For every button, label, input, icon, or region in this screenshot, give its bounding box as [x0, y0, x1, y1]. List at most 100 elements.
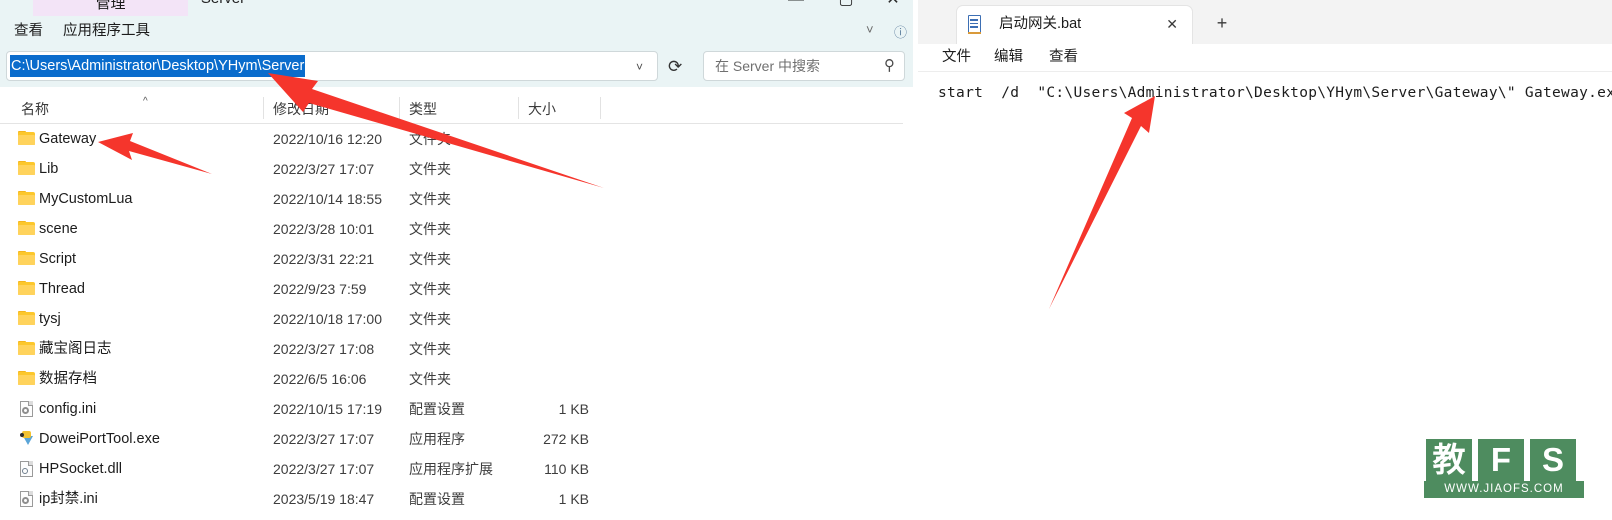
- file-date: 2022/10/14 18:55: [273, 191, 382, 207]
- file-list-scrollbar[interactable]: [903, 95, 913, 520]
- column-header-date[interactable]: 修改日期: [273, 98, 329, 120]
- file-type: 文件夹: [409, 161, 451, 177]
- table-row[interactable]: MyCustomLua 2022/10/14 18:55 文件夹: [0, 184, 905, 214]
- file-date: 2022/3/27 17:07: [273, 461, 375, 477]
- folder-icon: [18, 251, 35, 266]
- explorer-ribbon: 管理 Server 查看 应用程序工具 — ▢ ✕ ˅ ⓘ: [0, 0, 913, 44]
- column-header-size[interactable]: 大小: [528, 98, 556, 120]
- menu-edit[interactable]: 编辑: [994, 44, 1023, 71]
- watermark-url: WWW.JIAOFS.COM: [1424, 481, 1584, 498]
- menu-view[interactable]: 查看: [1049, 44, 1078, 71]
- file-name: MyCustomLua: [39, 191, 133, 207]
- file-type: 文件夹: [409, 371, 451, 387]
- folder-icon: [18, 371, 35, 386]
- table-row[interactable]: 藏宝阁日志 2022/3/27 17:08 文件夹: [0, 334, 905, 364]
- file-name: 藏宝阁日志: [39, 341, 112, 357]
- table-row[interactable]: Gateway 2022/10/16 12:20 文件夹: [0, 124, 905, 154]
- table-row[interactable]: 数据存档 2022/6/5 16:06 文件夹: [0, 364, 905, 394]
- table-row[interactable]: DoweiPortTool.exe 2022/3/27 17:07 应用程序 272 …: [0, 424, 905, 454]
- close-icon[interactable]: ✕: [1166, 6, 1178, 43]
- file-type: 文件夹: [409, 221, 451, 237]
- chevron-down-icon[interactable]: ˅: [866, 22, 874, 37]
- folder-icon: [18, 341, 35, 356]
- address-bar[interactable]: C:\Users\Administrator\Desktop\YHym\Serv…: [6, 51, 658, 81]
- refresh-icon[interactable]: ⟳: [668, 57, 682, 77]
- file-name: Thread: [39, 281, 85, 297]
- file-name: Lib: [39, 161, 59, 177]
- file-name: tysj: [39, 311, 61, 327]
- file-name: DoweiPortTool.exe: [39, 431, 160, 447]
- ini-file-icon: [18, 401, 35, 417]
- folder-icon: [18, 161, 35, 176]
- table-row[interactable]: Lib 2022/3/27 17:07 文件夹: [0, 154, 905, 184]
- help-icon[interactable]: ⓘ: [894, 22, 907, 41]
- file-size: 110 KB: [544, 461, 589, 477]
- notepad-menubar: 文件 编辑 查看: [918, 44, 1612, 71]
- notepad-tabbar: 启动网关.bat ✕ +: [918, 0, 1612, 45]
- watermark-logo: 教 F S WWW.JIAOFS.COM: [1424, 437, 1596, 499]
- maximize-button[interactable]: ▢: [823, 0, 869, 12]
- file-date: 2022/3/28 10:01: [273, 221, 375, 237]
- table-row[interactable]: tysj 2022/10/18 17:00 文件夹: [0, 304, 905, 334]
- window-title: Server: [163, 0, 283, 7]
- chevron-down-icon[interactable]: ˅: [636, 60, 643, 74]
- file-type: 文件夹: [409, 251, 451, 267]
- folder-icon: [18, 131, 35, 146]
- file-size: 1 KB: [558, 401, 589, 417]
- file-type: 应用程序: [409, 431, 465, 447]
- folder-icon: [18, 311, 35, 326]
- file-date: 2022/10/15 17:19: [273, 401, 382, 417]
- search-icon[interactable]: ⚲: [884, 52, 895, 80]
- notepad-tab[interactable]: 启动网关.bat ✕: [956, 5, 1193, 44]
- exe-file-icon: [18, 431, 35, 446]
- file-name: Script: [39, 251, 77, 267]
- file-date: 2022/6/5 16:06: [273, 371, 367, 387]
- ribbon-item-app-tools[interactable]: 应用程序工具: [63, 19, 150, 40]
- table-row[interactable]: config.ini 2022/10/15 17:19 配置设置 1 KB: [0, 394, 905, 424]
- file-type: 配置设置: [409, 491, 465, 507]
- ribbon-item-view[interactable]: 查看: [14, 19, 43, 40]
- file-size: 1 KB: [558, 491, 589, 507]
- file-date: 2022/3/27 17:07: [273, 161, 375, 177]
- notepad-tab-title: 启动网关.bat: [999, 16, 1082, 32]
- column-header-row: 名称 修改日期 类型 大小: [0, 95, 905, 124]
- file-name: scene: [39, 221, 78, 237]
- table-row[interactable]: scene 2022/3/28 10:01 文件夹: [0, 214, 905, 244]
- column-header-name[interactable]: 名称: [21, 98, 49, 120]
- file-type: 文件夹: [409, 281, 451, 297]
- file-type: 配置设置: [409, 401, 465, 417]
- close-button[interactable]: ✕: [870, 0, 913, 12]
- table-row[interactable]: Script 2022/3/31 22:21 文件夹: [0, 244, 905, 274]
- plus-icon[interactable]: +: [1208, 10, 1236, 36]
- folder-icon: [18, 191, 35, 206]
- file-date: 2022/9/23 7:59: [273, 281, 367, 297]
- dll-file-icon: [18, 461, 35, 477]
- file-explorer-window: 管理 Server 查看 应用程序工具 — ▢ ✕ ˅ ⓘ C:\Users\A…: [0, 0, 913, 520]
- file-date: 2023/5/19 18:47: [273, 491, 375, 507]
- file-date: 2022/3/27 17:07: [273, 431, 375, 447]
- minimize-button[interactable]: —: [773, 0, 819, 12]
- watermark-cell-1: 教: [1424, 437, 1474, 483]
- column-header-type[interactable]: 类型: [409, 98, 437, 120]
- file-name: Gateway: [39, 131, 97, 147]
- search-placeholder: 在 Server 中搜索: [715, 58, 821, 74]
- address-input-value[interactable]: C:\Users\Administrator\Desktop\YHym\Serv…: [10, 55, 306, 77]
- table-row[interactable]: Thread 2022/9/23 7:59 文件夹: [0, 274, 905, 304]
- file-name: ip封禁.ini: [39, 491, 98, 507]
- watermark-cell-3: S: [1528, 437, 1578, 483]
- folder-icon: [18, 281, 35, 296]
- menu-file[interactable]: 文件: [942, 44, 971, 71]
- file-date: 2022/10/16 12:20: [273, 131, 382, 147]
- file-type: 文件夹: [409, 191, 451, 207]
- table-row[interactable]: ip封禁.ini 2023/5/19 18:47 配置设置 1 KB: [0, 484, 905, 514]
- search-input[interactable]: 在 Server 中搜索 ⚲: [703, 51, 905, 81]
- file-name: 数据存档: [39, 371, 97, 387]
- ini-file-icon: [18, 491, 35, 507]
- notepad-content[interactable]: start /d "C:\Users\Administrator\Desktop…: [938, 85, 1612, 101]
- folder-icon: [18, 221, 35, 236]
- file-type: 文件夹: [409, 341, 451, 357]
- sort-ascending-icon: ^: [143, 96, 148, 107]
- table-row[interactable]: HPSocket.dll 2022/3/27 17:07 应用程序扩展 110 KB: [0, 454, 905, 484]
- file-size: 272 KB: [543, 431, 589, 447]
- file-date: 2022/3/31 22:21: [273, 251, 375, 267]
